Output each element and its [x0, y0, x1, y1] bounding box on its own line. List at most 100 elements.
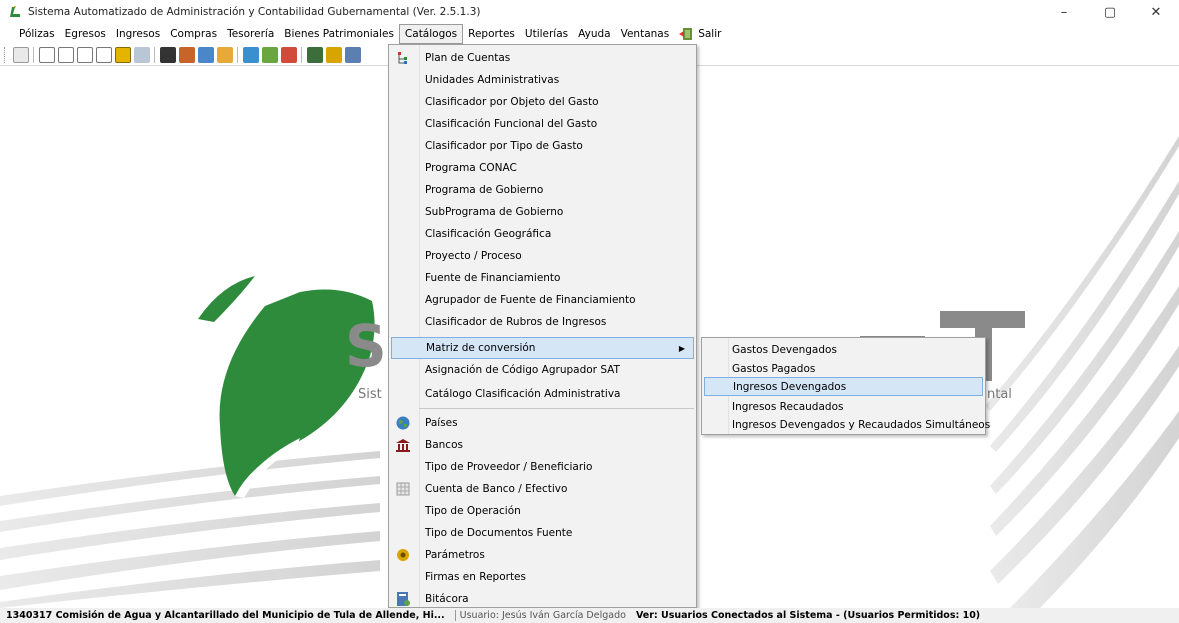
menu-item-subprograma-gobierno-label: SubPrograma de Gobierno — [425, 206, 564, 218]
e-icon[interactable] — [76, 46, 93, 63]
menu-ayuda[interactable]: Ayuda — [573, 24, 615, 44]
menu-reportes[interactable]: Reportes — [463, 24, 520, 44]
menu-egresos[interactable]: Egresos — [60, 24, 111, 44]
menu-utilerias[interactable]: Utilerías — [520, 24, 573, 44]
menu-item-matriz-conversion[interactable]: Matriz de conversión ▶ — [391, 337, 694, 359]
menu-item-parametros[interactable]: Parámetros — [391, 544, 694, 566]
log-icon — [397, 592, 410, 606]
menu-item-tipo-documentos-fuente[interactable]: Tipo de Documentos Fuente — [391, 522, 694, 544]
p-icon[interactable] — [95, 46, 112, 63]
menu-item-clasificacion-funcional-gasto-label: Clasificación Funcional del Gasto — [425, 118, 598, 130]
menu-item-bancos[interactable]: Bancos — [391, 434, 694, 456]
menu-salir-label: Salir — [698, 28, 722, 40]
box-icon[interactable] — [216, 46, 233, 63]
logo-letter-s: S — [345, 312, 387, 380]
menu-item-clasificacion-administrativa[interactable]: Catálogo Clasificación Administrativa — [391, 383, 694, 405]
menu-ventanas[interactable]: Ventanas — [616, 24, 675, 44]
menu-item-clasificador-rubros-ingresos[interactable]: Clasificador de Rubros de Ingresos — [391, 311, 694, 333]
menu-item-clasificacion-geografica-label: Clasificación Geográfica — [425, 228, 552, 240]
new-doc-icon[interactable] — [12, 46, 29, 63]
submenu-item-ingresos-devengados[interactable]: Ingresos Devengados — [704, 377, 983, 396]
menu-item-subprograma-gobierno[interactable]: SubPrograma de Gobierno — [391, 201, 694, 223]
menu-item-clasificacion-geografica[interactable]: Clasificación Geográfica — [391, 223, 694, 245]
submenu-item-ingresos-recaudados-label: Ingresos Recaudados — [732, 400, 844, 413]
bank-icon — [396, 439, 410, 452]
clipboard-icon[interactable] — [159, 46, 176, 63]
menu-bienes-patrimoniales[interactable]: Bienes Patrimoniales — [279, 24, 399, 44]
calendar-icon[interactable] — [344, 46, 361, 63]
toolbar-grip[interactable] — [4, 46, 7, 63]
tree-icon[interactable] — [306, 46, 323, 63]
tree-icon — [398, 52, 407, 64]
menu-item-clasificador-tipo-gasto[interactable]: Clasificador por Tipo de Gasto — [391, 135, 694, 157]
submenu-item-gastos-pagados-label: Gastos Pagados — [732, 362, 816, 375]
menu-item-codigo-agrupador-sat-label: Asignación de Código Agrupador SAT — [425, 364, 620, 376]
chart-icon[interactable] — [261, 46, 278, 63]
menu-item-unidades-administrativas-label: Unidades Administrativas — [425, 74, 560, 86]
menu-item-tipo-proveedor-label: Tipo de Proveedor / Beneficiario — [425, 461, 593, 473]
edit-icon[interactable] — [178, 46, 195, 63]
menu-tesoreria[interactable]: Tesorería — [222, 24, 279, 44]
status-connected-users-link[interactable]: Ver: Usuarios Conectados al Sistema - (U… — [636, 610, 980, 621]
menu-item-plan-de-cuentas[interactable]: Plan de Cuentas — [391, 47, 694, 69]
exit-door-icon — [679, 28, 693, 40]
submenu-item-gastos-devengados-label: Gastos Devengados — [732, 343, 837, 356]
status-entity: 1340317 Comisión de Agua y Alcantarillad… — [6, 610, 445, 621]
menu-item-bitacora[interactable]: Bitácora — [391, 588, 694, 610]
menu-salir[interactable]: Salir — [674, 24, 726, 44]
menu-item-unidades-administrativas[interactable]: Unidades Administrativas — [391, 69, 694, 91]
toolbar-separator — [301, 46, 302, 63]
maximize-button[interactable]: ▢ — [1087, 0, 1133, 24]
c-icon[interactable] — [38, 46, 55, 63]
tagline-right: ntal — [987, 387, 1012, 402]
menu-separator — [419, 408, 694, 409]
menu-compras[interactable]: Compras — [165, 24, 222, 44]
globe-icon — [396, 416, 410, 430]
menu-ingresos[interactable]: Ingresos — [111, 24, 165, 44]
menu-item-fuente-financiamiento[interactable]: Fuente de Financiamiento — [391, 267, 694, 289]
menu-item-clasificacion-funcional-gasto[interactable]: Clasificación Funcional del Gasto — [391, 113, 694, 135]
menu-item-plan-de-cuentas-label: Plan de Cuentas — [425, 52, 511, 64]
tagline-left: Sist — [358, 387, 382, 402]
coin-icon[interactable] — [325, 46, 342, 63]
menu-item-codigo-agrupador-sat[interactable]: Asignación de Código Agrupador SAT — [391, 359, 694, 381]
menu-item-firmas-reportes[interactable]: Firmas en Reportes — [391, 566, 694, 588]
menu-item-clasificador-tipo-gasto-label: Clasificador por Tipo de Gasto — [425, 140, 583, 152]
menu-item-bancos-label: Bancos — [425, 439, 463, 451]
menu-item-tipo-proveedor[interactable]: Tipo de Proveedor / Beneficiario — [391, 456, 694, 478]
submenu-arrow-icon: ▶ — [678, 343, 685, 353]
minimize-button[interactable]: – — [1041, 0, 1087, 24]
menu-polizas[interactable]: Pólizas — [14, 24, 60, 44]
menu-item-clasificador-objeto-gasto-label: Clasificador por Objeto del Gasto — [425, 96, 599, 108]
p2-icon[interactable] — [114, 46, 131, 63]
window-title: Sistema Automatizado de Administración y… — [28, 6, 481, 18]
close-button[interactable]: ✕ — [1133, 0, 1179, 24]
submenu-item-ingresos-devengados-recaudados[interactable]: Ingresos Devengados y Recaudados Simultá… — [704, 415, 990, 434]
submenu-item-gastos-devengados[interactable]: Gastos Devengados — [704, 340, 983, 359]
menu-item-programa-gobierno[interactable]: Programa de Gobierno — [391, 179, 694, 201]
menu-item-tipo-operacion[interactable]: Tipo de Operación — [391, 500, 694, 522]
map-icon[interactable] — [280, 46, 297, 63]
menu-item-paises[interactable]: Países — [391, 412, 694, 434]
menu-bar: Pólizas Egresos Ingresos Compras Tesorer… — [0, 24, 1179, 44]
matriz-conversion-submenu: Gastos Devengados Gastos Pagados Ingreso… — [701, 337, 990, 435]
menu-catalogos[interactable]: Catálogos — [398, 24, 464, 44]
menu-item-programa-gobierno-label: Programa de Gobierno — [425, 184, 544, 196]
status-user: Usuario: Jesús Iván García Delgado — [454, 610, 626, 621]
menu-item-agrupador-fuente-financiamiento[interactable]: Agrupador de Fuente de Financiamiento — [391, 289, 694, 311]
submenu-item-gastos-pagados[interactable]: Gastos Pagados — [704, 359, 983, 378]
menu-item-clasificacion-administrativa-label: Catálogo Clasificación Administrativa — [425, 388, 621, 400]
menu-item-clasificador-objeto-gasto[interactable]: Clasificador por Objeto del Gasto — [391, 91, 694, 113]
menu-item-proyecto-proceso[interactable]: Proyecto / Proceso — [391, 245, 694, 267]
params-icon — [397, 549, 409, 561]
app-logo-icon — [10, 6, 20, 17]
status-bar: 1340317 Comisión de Agua y Alcantarillad… — [0, 608, 1179, 623]
stamp-icon[interactable] — [133, 46, 150, 63]
menu-item-programa-conac[interactable]: Programa CONAC — [391, 157, 694, 179]
d-icon[interactable] — [57, 46, 74, 63]
transfer-icon[interactable] — [197, 46, 214, 63]
menu-item-cuenta-banco[interactable]: Cuenta de Banco / Efectivo — [391, 478, 694, 500]
submenu-item-ingresos-recaudados[interactable]: Ingresos Recaudados — [704, 397, 983, 416]
menu-item-firmas-reportes-label: Firmas en Reportes — [425, 571, 526, 583]
report-icon[interactable] — [242, 46, 259, 63]
